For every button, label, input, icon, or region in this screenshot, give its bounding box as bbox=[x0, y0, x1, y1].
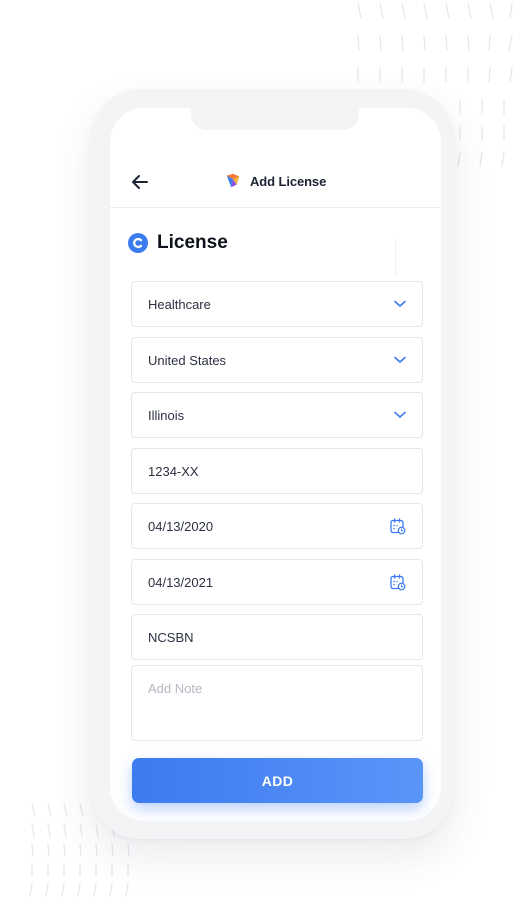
license-c-icon bbox=[128, 233, 148, 253]
chevron-down-icon bbox=[394, 411, 406, 418]
header-title-group: Add License bbox=[224, 172, 326, 190]
industry-select[interactable]: Healthcare bbox=[131, 281, 423, 327]
expiry-date-value: 04/13/2021 bbox=[148, 574, 214, 590]
chevron-down-icon bbox=[394, 300, 406, 307]
note-textarea[interactable]: Add Note bbox=[131, 665, 423, 741]
arrow-left-icon bbox=[132, 175, 148, 189]
calendar-icon[interactable] bbox=[390, 573, 406, 591]
app-logo-icon bbox=[226, 173, 240, 188]
issue-date-input[interactable]: 04/13/2020 bbox=[131, 503, 423, 549]
app-screen: Add License License Healthcare United St… bbox=[110, 108, 441, 821]
back-button[interactable] bbox=[128, 170, 152, 194]
expiry-date-input[interactable]: 04/13/2021 bbox=[131, 559, 423, 605]
note-placeholder: Add Note bbox=[148, 681, 203, 696]
issue-date-value: 04/13/2020 bbox=[148, 518, 214, 534]
section-header: License bbox=[128, 232, 228, 254]
country-value: United States bbox=[148, 352, 227, 368]
country-select[interactable]: United States bbox=[131, 337, 423, 383]
add-button-label: ADD bbox=[261, 772, 294, 789]
chevron-down-icon bbox=[394, 356, 406, 363]
issuer-value: NCSBN bbox=[148, 629, 194, 645]
license-number-input[interactable]: 1234-XX bbox=[131, 448, 423, 494]
section-title: License bbox=[157, 232, 228, 253]
issuer-input[interactable]: NCSBN bbox=[131, 614, 423, 660]
license-number-value: 1234-XX bbox=[148, 463, 199, 479]
calendar-icon[interactable] bbox=[390, 517, 406, 535]
page-title: Add License bbox=[250, 173, 327, 189]
phone-notch bbox=[191, 108, 359, 130]
divider bbox=[395, 238, 396, 276]
state-value: Illinois bbox=[148, 407, 185, 423]
add-button[interactable]: ADD bbox=[132, 758, 423, 803]
top-bar: Add License bbox=[110, 160, 441, 208]
state-select[interactable]: Illinois bbox=[131, 392, 423, 438]
industry-value: Healthcare bbox=[148, 296, 211, 312]
